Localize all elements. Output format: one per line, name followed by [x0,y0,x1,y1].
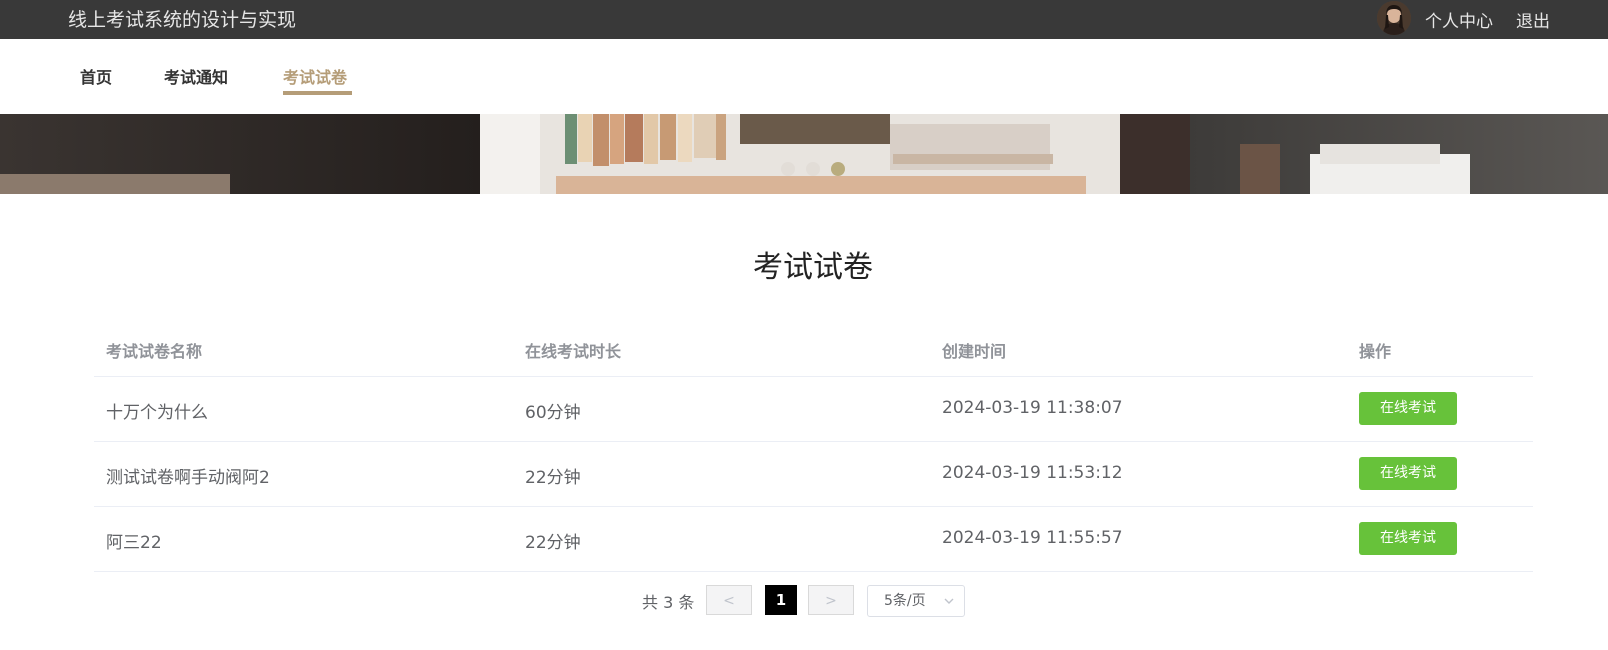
banner-carousel[interactable] [0,114,1608,194]
row-divider [94,506,1533,507]
chevron-down-icon [943,586,955,627]
app-title: 线上考试系统的设计与实现 [68,9,297,31]
personal-center-link[interactable]: 个人中心 [1425,7,1493,32]
carousel-dot-3[interactable] [831,162,845,176]
row-divider [94,376,1533,377]
logout-link[interactable]: 退出 [1516,7,1550,32]
pagination-total: 共 3 条 [642,593,695,612]
paper-duration: 22分钟 [525,533,581,553]
column-header-duration: 在线考试时长 [525,342,622,361]
nav-item-home[interactable]: 首页 [80,64,112,88]
user-avatar[interactable] [1377,1,1411,35]
paper-created-time: 2024-03-19 11:53:12 [942,463,1123,483]
start-exam-button[interactable]: 在线考试 [1359,392,1457,425]
page-size-select[interactable]: 5条/页 [867,585,965,617]
column-header-action: 操作 [1359,342,1392,361]
start-exam-button[interactable]: 在线考试 [1359,522,1457,555]
paper-name: 阿三22 [106,533,162,553]
carousel-dot-2[interactable] [806,162,820,176]
row-divider [94,441,1533,442]
paper-created-time: 2024-03-19 11:55:57 [942,528,1123,548]
column-header-name: 考试试卷名称 [106,342,203,361]
nav-active-indicator [283,91,352,95]
carousel-dot-1[interactable] [781,162,795,176]
paper-name: 测试试卷啊手动阀阿2 [106,468,270,488]
avatar-image [1377,1,1411,35]
paper-duration: 60分钟 [525,403,581,423]
main-nav: 首页 考试通知 考试试卷 [0,39,1608,114]
pagination-next-button[interactable]: > [808,585,854,615]
page-title: 考试试卷 [753,250,873,285]
start-exam-button[interactable]: 在线考试 [1359,457,1457,490]
nav-item-exam-notice[interactable]: 考试通知 [164,64,228,88]
page-size-value: 5条/页 [884,593,926,609]
row-divider [94,571,1533,572]
column-header-created: 创建时间 [942,342,1007,361]
banner-image [0,114,1608,194]
pagination-page-1[interactable]: 1 [765,585,797,615]
paper-name: 十万个为什么 [106,403,208,423]
paper-duration: 22分钟 [525,468,581,488]
pagination-prev-button[interactable]: < [706,585,752,615]
nav-item-exam-papers[interactable]: 考试试卷 [283,64,347,88]
paper-created-time: 2024-03-19 11:38:07 [942,398,1123,418]
top-bar: 线上考试系统的设计与实现 个人中心 退出 [0,0,1608,39]
